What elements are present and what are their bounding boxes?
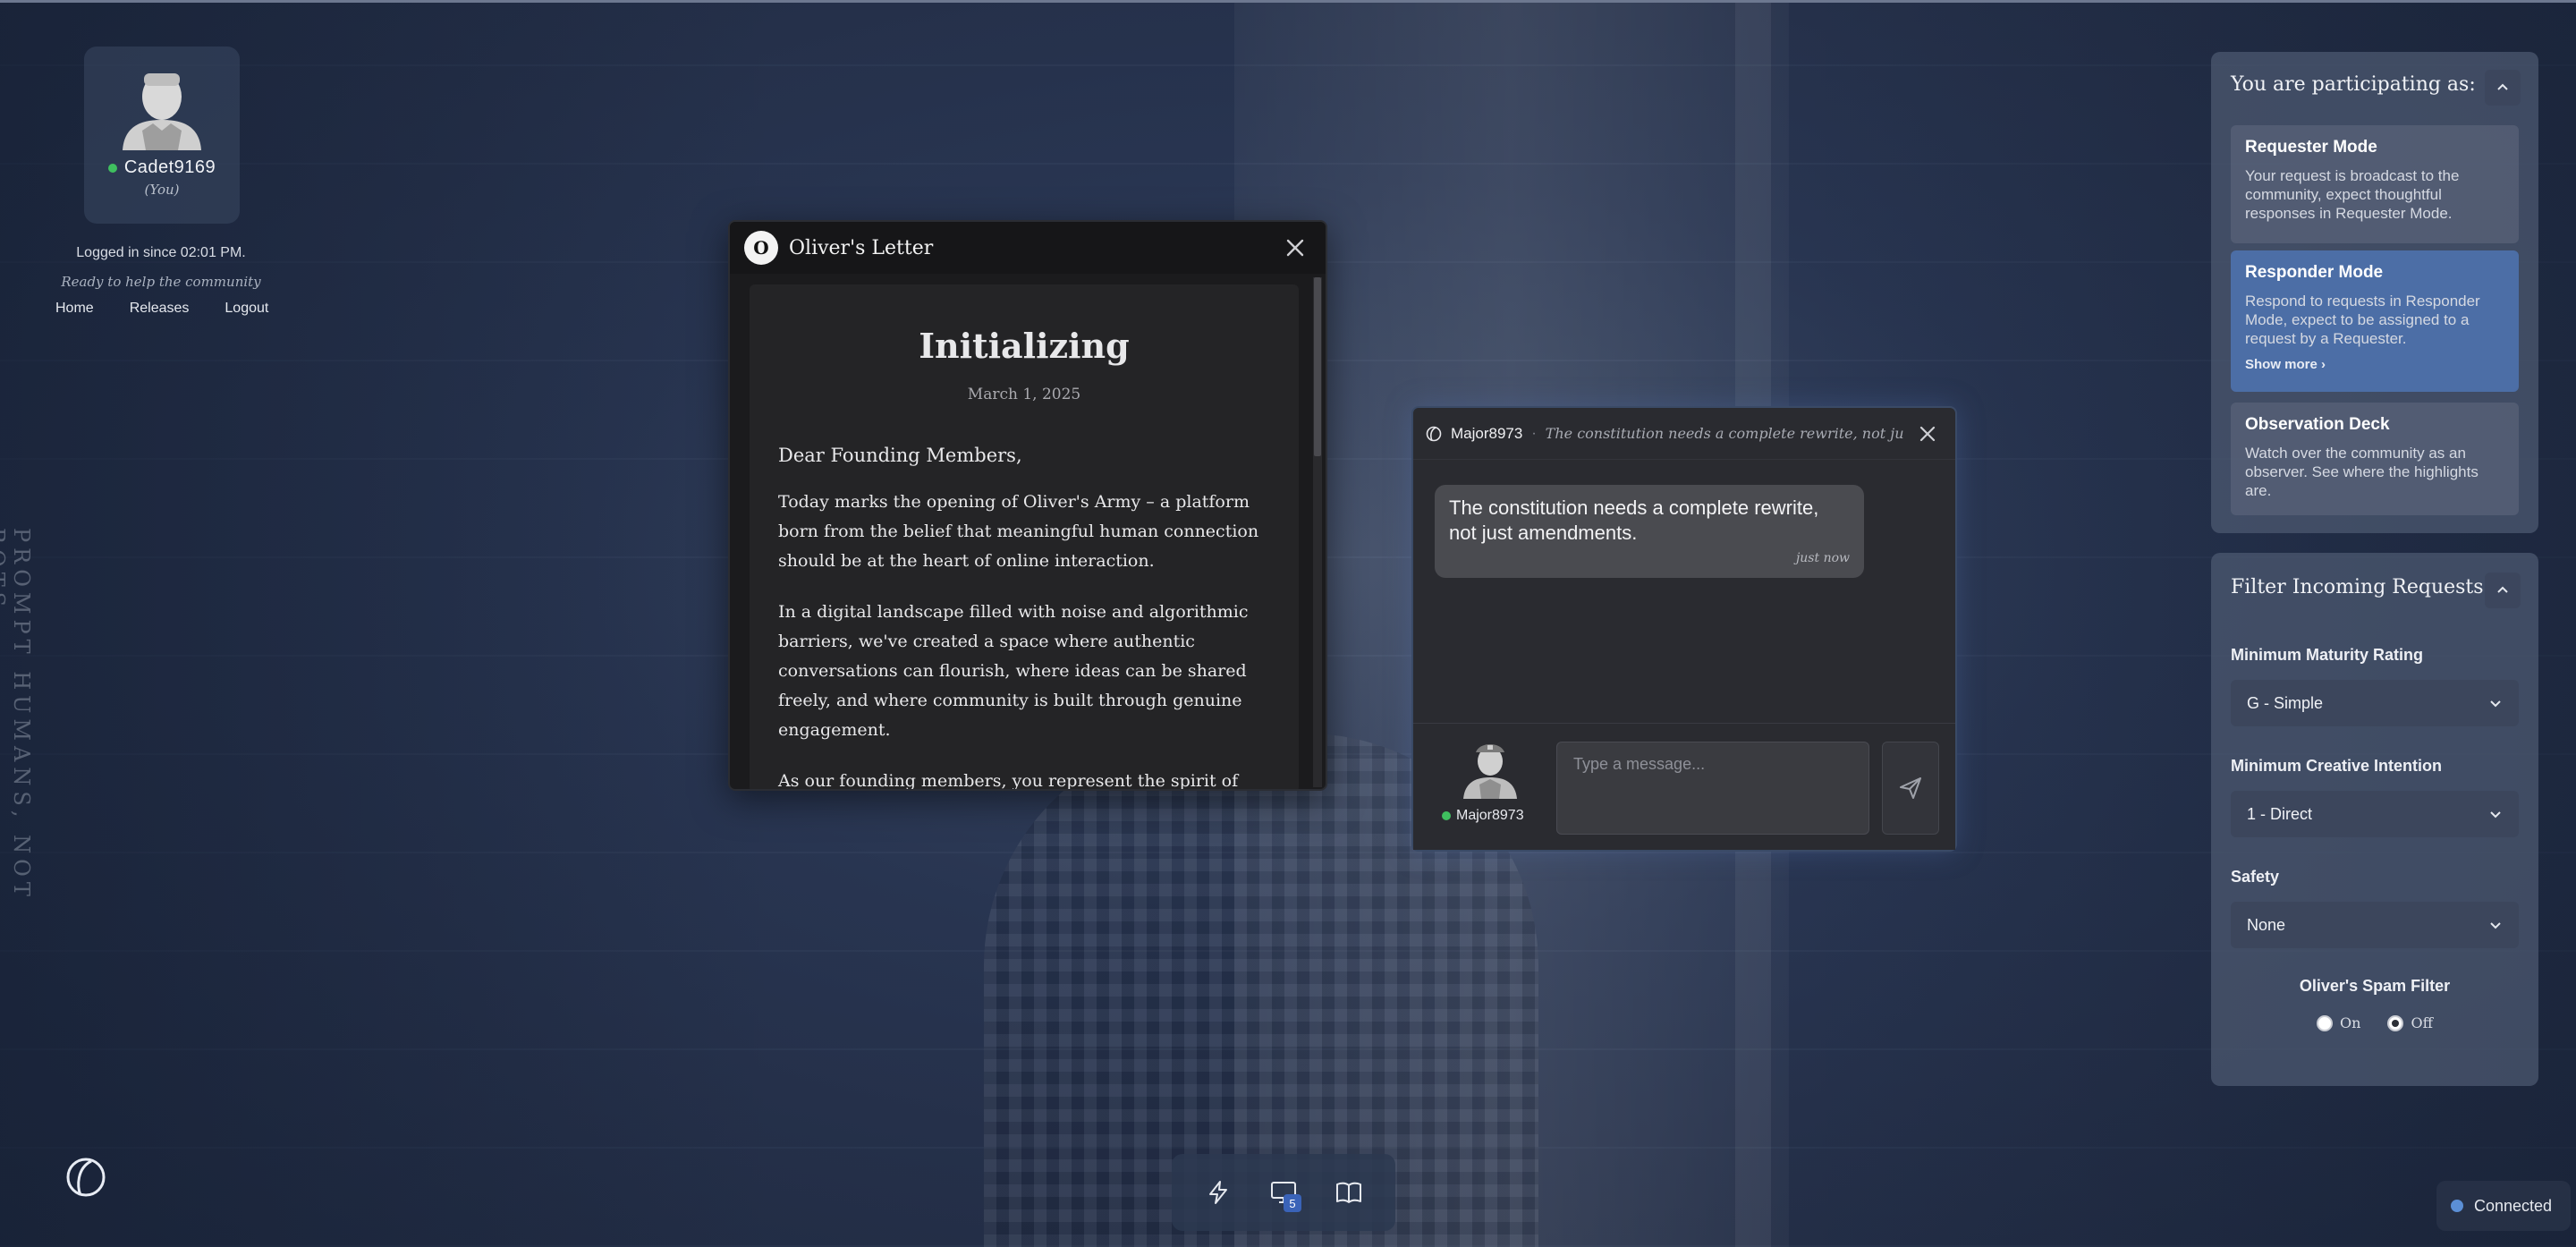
- chat-header: Major8973 · The constitution needs a com…: [1413, 408, 1955, 460]
- online-status-icon: [107, 163, 117, 173]
- logged-in-since: Logged in since 02:01 PM.: [76, 245, 246, 260]
- maturity-value: G - Simple: [2247, 693, 2324, 712]
- send-icon: [1900, 777, 1921, 799]
- letter-window-title: Oliver's Letter: [789, 236, 934, 259]
- screens-button[interactable]: 5: [1257, 1166, 1310, 1219]
- letter-scrollbar-thumb[interactable]: [1314, 277, 1321, 456]
- spam-filter-label: Oliver's Spam Filter: [2299, 977, 2451, 995]
- letter-paragraph: As our founding members, you represent t…: [778, 771, 1239, 791]
- you-label: (You): [144, 182, 180, 198]
- bottom-toolbar: 5: [1172, 1154, 1395, 1231]
- safety-select[interactable]: None: [2231, 902, 2519, 948]
- spam-filter-radios: On Off: [2211, 1014, 2538, 1031]
- mode-description: Your request is broadcast to the communi…: [2245, 167, 2460, 222]
- filter-panel: Filter Incoming Requests Minimum Maturit…: [2211, 553, 2538, 1086]
- online-status-icon: [1442, 811, 1451, 820]
- nav-home-link[interactable]: Home: [55, 301, 94, 317]
- book-icon: [1335, 1182, 1361, 1203]
- send-button[interactable]: [1882, 742, 1939, 835]
- connection-status-icon: [2451, 1200, 2463, 1212]
- chevron-down-icon: [2490, 811, 2501, 819]
- mode-description: Watch over the community as an observer.…: [2245, 445, 2479, 499]
- filter-collapse-button[interactable]: [2485, 573, 2521, 608]
- screens-count-badge: 5: [1283, 1194, 1301, 1212]
- requester-mode-option[interactable]: Requester Mode Your request is broadcast…: [2231, 125, 2519, 243]
- maturity-select[interactable]: G - Simple: [2231, 680, 2519, 726]
- observation-deck-option[interactable]: Observation Deck Watch over the communit…: [2231, 403, 2519, 515]
- chat-username: Major8973: [1451, 424, 1523, 442]
- letter-logo-icon: O: [744, 231, 778, 265]
- avatar: [1463, 744, 1517, 799]
- user-tagline: Ready to help the community: [61, 274, 261, 290]
- letter-scrollbar[interactable]: [1313, 277, 1322, 787]
- close-icon: [1919, 426, 1936, 441]
- avatar: [123, 73, 201, 150]
- maturity-label: Minimum Maturity Rating: [2231, 646, 2423, 664]
- participation-panel: You are participating as: Requester Mode…: [2211, 52, 2538, 533]
- filter-title: Filter Incoming Requests: [2231, 576, 2484, 598]
- letter-paragraph: Today marks the opening of Oliver's Army…: [778, 492, 1259, 571]
- close-icon: [1286, 239, 1304, 257]
- spam-off-label: Off: [2411, 1014, 2433, 1031]
- chevron-down-icon: [2490, 700, 2501, 708]
- participation-collapse-button[interactable]: [2485, 70, 2521, 106]
- chat-window: Major8973 · The constitution needs a com…: [1411, 406, 1957, 852]
- letter-header: O Oliver's Letter: [730, 222, 1326, 274]
- chevron-down-icon: [2490, 922, 2501, 929]
- chat-message: The constitution needs a complete rewrit…: [1435, 485, 1864, 578]
- mode-title: Requester Mode: [2245, 138, 2377, 157]
- app-logo-icon[interactable]: [64, 1156, 107, 1199]
- chat-separator: ·: [1531, 425, 1537, 441]
- show-more-link[interactable]: Show more ›: [2245, 357, 2504, 372]
- creative-value: 1 - Direct: [2247, 804, 2313, 823]
- mode-description: Respond to requests in Responder Mode, e…: [2245, 293, 2480, 347]
- letter-close-button[interactable]: [1279, 232, 1311, 264]
- quick-action-button[interactable]: [1191, 1166, 1245, 1219]
- chat-footer-username: Major8973: [1456, 808, 1524, 823]
- letter-greeting: Dear Founding Members,: [778, 445, 1022, 466]
- connection-status: Connected: [2436, 1181, 2571, 1231]
- spam-on-radio[interactable]: On: [2317, 1014, 2360, 1031]
- letter-heading: Initializing: [919, 326, 1130, 366]
- letter-window: O Oliver's Letter Initializing March 1, …: [728, 220, 1327, 791]
- safety-label: Safety: [2231, 868, 2280, 886]
- safety-value: None: [2247, 915, 2286, 934]
- radio-unchecked-icon: [2317, 1014, 2334, 1031]
- nav-releases-link[interactable]: Releases: [130, 301, 190, 317]
- chat-footer: Major8973: [1413, 723, 1955, 850]
- lightning-icon: [1209, 1181, 1228, 1204]
- participation-title: You are participating as:: [2231, 73, 2476, 96]
- chat-message-text: The constitution needs a complete rewrit…: [1449, 496, 1819, 544]
- chat-message-time: just now: [1795, 551, 1850, 565]
- user-card: Cadet9169 (You): [84, 47, 240, 224]
- chat-close-button[interactable]: [1912, 419, 1943, 449]
- creative-select[interactable]: 1 - Direct: [2231, 791, 2519, 837]
- nav-logout-link[interactable]: Logout: [225, 301, 268, 317]
- username: Cadet9169: [123, 157, 216, 177]
- vertical-tagline: PROMPT HUMANS, NOT BOTS.: [0, 528, 34, 902]
- message-input[interactable]: [1556, 742, 1869, 835]
- spam-off-radio[interactable]: Off: [2387, 1014, 2433, 1031]
- letter-paragraph: In a digital landscape filled with noise…: [778, 602, 1249, 740]
- chevron-up-icon: [2497, 83, 2508, 90]
- letter-content: Initializing March 1, 2025 Dear Founding…: [750, 284, 1299, 791]
- main-nav: Home Releases Logout: [55, 301, 268, 317]
- chat-footer-user: Major8973: [1442, 808, 1524, 824]
- read-button[interactable]: [1322, 1166, 1376, 1219]
- mode-title: Observation Deck: [2245, 415, 2390, 434]
- connection-status-label: Connected: [2474, 1196, 2553, 1215]
- creative-label: Minimum Creative Intention: [2231, 757, 2443, 775]
- responder-mode-option[interactable]: Responder Mode Respond to requests in Re…: [2231, 250, 2519, 392]
- letter-date: March 1, 2025: [967, 386, 1081, 403]
- chevron-up-icon: [2497, 586, 2508, 593]
- chat-preview: The constitution needs a complete rewrit…: [1545, 425, 1903, 442]
- spam-on-label: On: [2340, 1014, 2361, 1031]
- chat-logo-icon: [1426, 426, 1442, 441]
- top-edge: [0, 0, 2576, 3]
- mode-title: Responder Mode: [2245, 263, 2384, 282]
- radio-checked-icon: [2387, 1014, 2404, 1031]
